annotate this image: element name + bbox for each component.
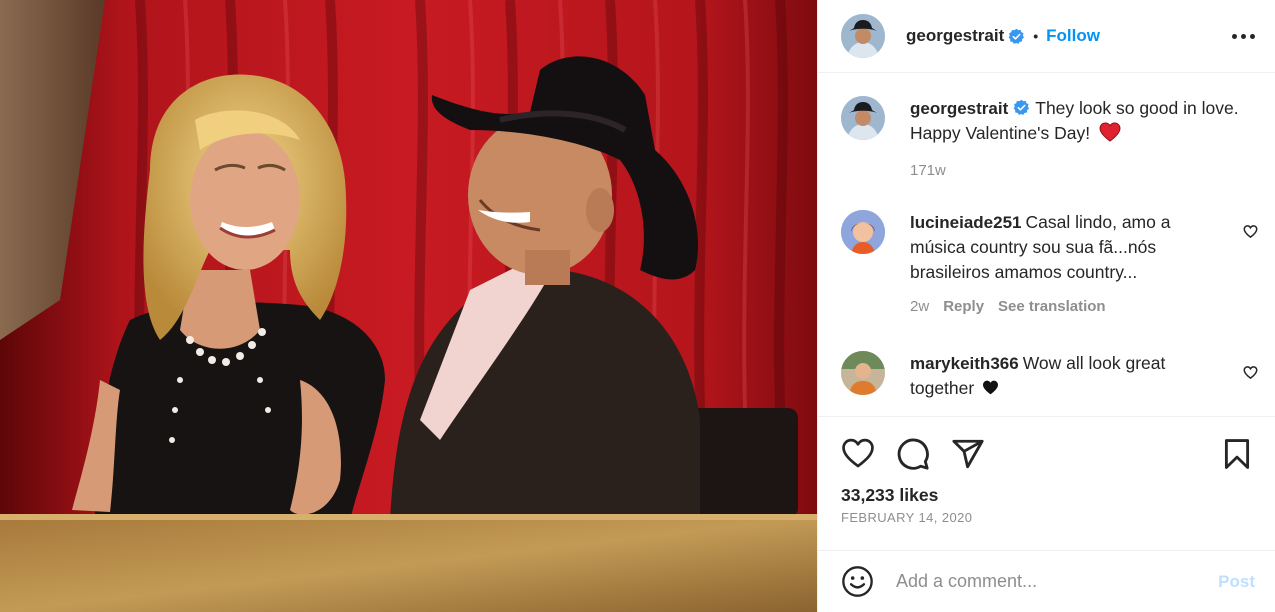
post-header: georgestrait • Follow: [818, 0, 1275, 73]
separator-dot: •: [1033, 28, 1039, 44]
avatar-image: [841, 210, 885, 254]
comment-item: lucineiade251 Casal lindo, amo a música c…: [841, 210, 1275, 319]
like-comment-heart-icon[interactable]: [1243, 365, 1258, 380]
more-options-icon[interactable]: [1232, 33, 1255, 39]
author-username[interactable]: georgestrait: [906, 26, 1004, 46]
post-date[interactable]: FEBRUARY 14, 2020: [841, 510, 972, 525]
follow-button[interactable]: Follow: [1046, 26, 1100, 46]
red-heart-icon: [1099, 122, 1121, 142]
dot: [1241, 33, 1246, 39]
black-heart-icon: [983, 380, 999, 395]
caption-username[interactable]: georgestrait: [910, 99, 1008, 118]
action-icons: [841, 437, 1254, 471]
comment-age[interactable]: 2w: [910, 294, 929, 319]
post-comment-button[interactable]: Post: [1218, 572, 1255, 592]
commenter-avatar[interactable]: [841, 210, 885, 254]
emoji-icon[interactable]: [841, 565, 874, 598]
reply-button[interactable]: Reply: [943, 294, 984, 319]
comment-input[interactable]: [896, 571, 1219, 592]
caption-avatar[interactable]: [841, 96, 885, 140]
comment-item: marykeith366 Wow all look great together: [841, 351, 1275, 401]
comment-icon[interactable]: [896, 437, 930, 471]
author-avatar[interactable]: [841, 14, 885, 58]
post-image: [0, 0, 817, 612]
post-details-panel: georgestrait • Follow georgestrait They …: [817, 0, 1275, 612]
like-heart-icon[interactable]: [841, 437, 875, 471]
verified-badge-icon: [1013, 99, 1030, 115]
share-icon[interactable]: [951, 437, 985, 471]
caption-age[interactable]: 171w: [910, 158, 946, 183]
avatar-image: [841, 96, 885, 140]
avatar-image: [841, 14, 885, 58]
dot: [1250, 33, 1255, 39]
see-translation-button[interactable]: See translation: [998, 294, 1106, 319]
comment-username[interactable]: marykeith366: [910, 354, 1019, 373]
likes-count[interactable]: 33,233 likes: [841, 485, 938, 506]
like-comment-heart-icon[interactable]: [1243, 224, 1258, 239]
caption: georgestrait They look so good in love. …: [841, 96, 1275, 183]
post-actions: 33,233 likes FEBRUARY 14, 2020: [818, 416, 1275, 550]
verified-badge-icon: [1008, 28, 1025, 44]
commenter-avatar[interactable]: [841, 351, 885, 395]
save-bookmark-icon[interactable]: [1220, 437, 1254, 471]
avatar-image: [841, 351, 885, 395]
add-comment-bar: Post: [818, 550, 1275, 612]
post-photo[interactable]: [0, 0, 817, 612]
dot: [1232, 33, 1237, 39]
comments-list[interactable]: georgestrait They look so good in love. …: [818, 74, 1275, 416]
comment-username[interactable]: lucineiade251: [910, 213, 1022, 232]
